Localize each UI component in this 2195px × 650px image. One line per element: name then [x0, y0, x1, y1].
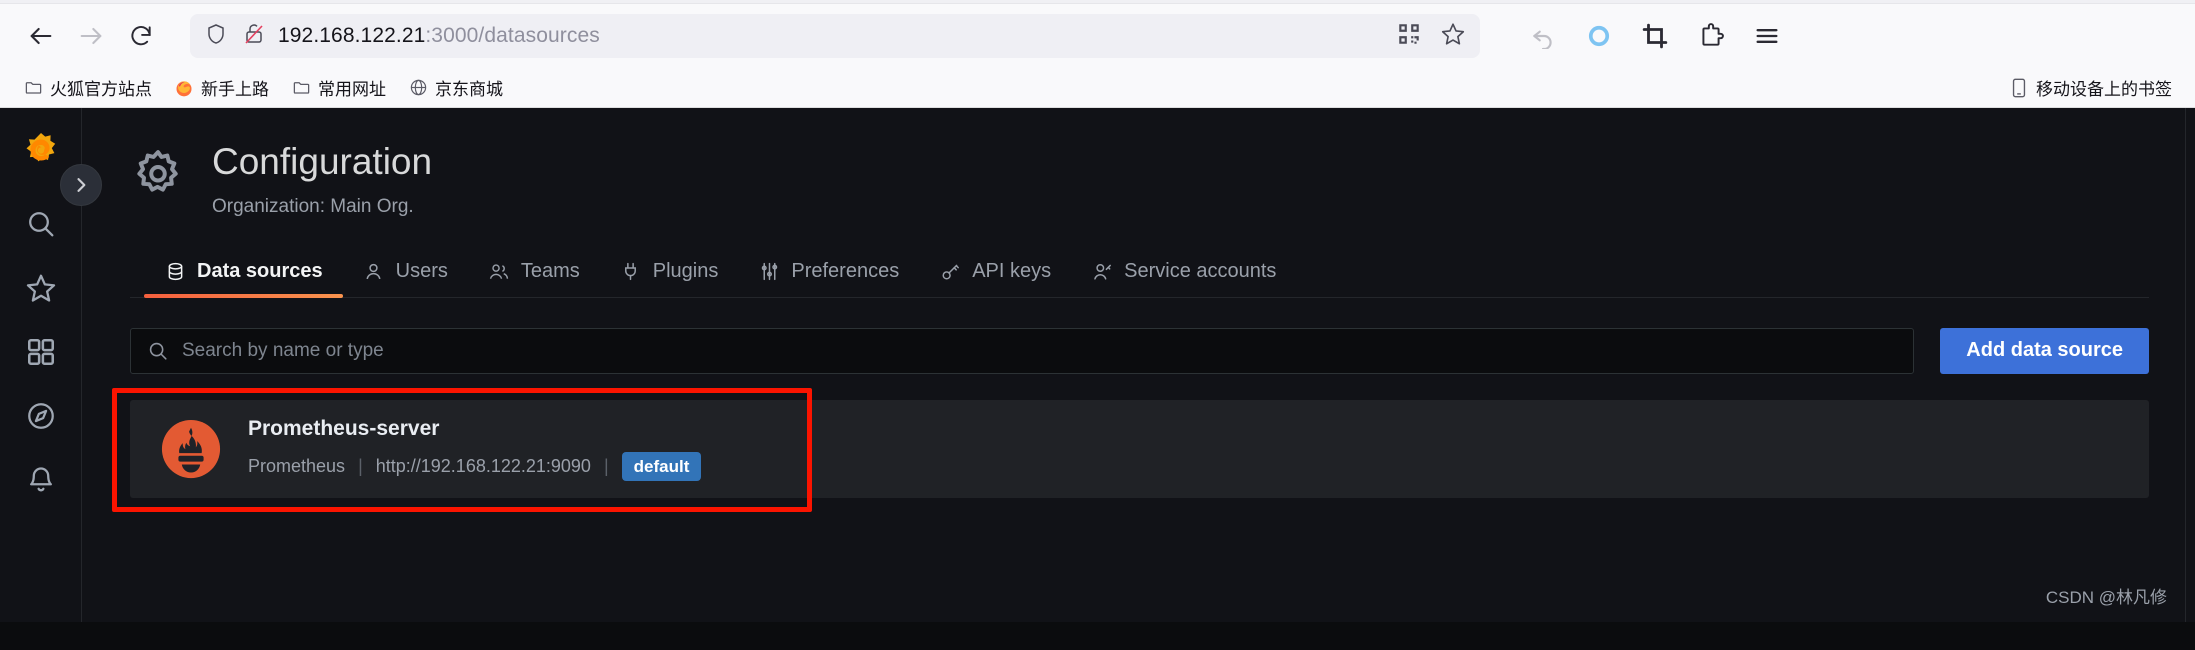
mobile-phone-icon — [2009, 78, 2029, 98]
browser-chrome: 192.168.122.21:3000/datasources 火狐官方站点 新… — [0, 0, 2195, 108]
undo-arrow-icon[interactable] — [1520, 13, 1566, 59]
plug-icon — [620, 260, 642, 282]
tab-plugins[interactable]: Plugins — [600, 250, 739, 297]
bookmark-label: 新手上路 — [201, 80, 269, 99]
apps-grid-icon — [25, 336, 57, 373]
data-source-url: http://192.168.122.21:9090 — [375, 455, 591, 476]
bookmarks-bar: 火狐官方站点 新手上路 常用网址 京东商城 移动设备上的书签 — [0, 68, 2195, 108]
database-icon — [164, 260, 186, 282]
tab-preferences[interactable]: Preferences — [738, 250, 919, 297]
bookmark-item[interactable]: 新手上路 — [165, 71, 278, 104]
tab-data-sources[interactable]: Data sources — [144, 250, 343, 298]
sidebar-item-starred[interactable] — [13, 258, 69, 322]
right-edge-strip — [2185, 108, 2195, 622]
bell-icon — [25, 464, 57, 501]
page-header: Configuration Organization: Main Org. — [130, 141, 2149, 218]
mobile-bookmarks-item[interactable]: 移动设备上的书签 — [2000, 71, 2181, 104]
bookmark-item[interactable]: 火狐官方站点 — [14, 71, 161, 104]
gear-icon — [130, 146, 186, 202]
url-text[interactable]: 192.168.122.21:3000/datasources — [278, 24, 1384, 48]
meta-separator: | — [603, 455, 609, 476]
extension-icon[interactable] — [1688, 13, 1734, 59]
data-source-name: Prometheus-server — [248, 416, 440, 440]
data-source-list: Prometheus-server Prometheus | http://19… — [112, 387, 2149, 512]
tab-label: Service accounts — [1124, 259, 1277, 282]
grafana-logo-icon[interactable] — [17, 130, 65, 178]
globe-icon — [408, 78, 428, 98]
tab-label: Users — [395, 259, 448, 282]
main-content: Configuration Organization: Main Org. Da… — [82, 108, 2195, 622]
qr-code-icon[interactable] — [1396, 21, 1422, 52]
add-data-source-button[interactable]: Add data source — [1940, 327, 2149, 374]
user-icon — [363, 260, 385, 282]
address-bar[interactable]: 192.168.122.21:3000/datasources — [190, 14, 1480, 58]
sidebar-item-dashboards[interactable] — [13, 322, 69, 386]
tab-label: Preferences — [791, 259, 900, 282]
browser-navigation-bar: 192.168.122.21:3000/datasources — [0, 4, 2195, 68]
pocket-circle-icon[interactable] — [1576, 13, 1622, 59]
star-icon — [25, 272, 57, 309]
firefox-icon — [174, 78, 194, 98]
browser-toolbar-right — [1520, 13, 1790, 59]
sliders-icon — [758, 260, 780, 282]
url-path: :3000/datasources — [425, 24, 600, 47]
shield-icon[interactable] — [204, 22, 228, 51]
sidebar-item-explore[interactable] — [13, 386, 69, 450]
reload-button[interactable] — [118, 13, 164, 59]
grafana-app: Configuration Organization: Main Org. Da… — [0, 108, 2195, 622]
menu-hamburger-icon[interactable] — [1744, 13, 1790, 59]
search-input[interactable] — [182, 339, 1898, 362]
tab-teams[interactable]: Teams — [468, 250, 600, 297]
page-header-text: Configuration Organization: Main Org. — [212, 141, 433, 218]
users-icon — [488, 260, 510, 282]
prometheus-logo-icon — [160, 418, 222, 480]
url-host: 192.168.122.21 — [278, 24, 426, 47]
data-source-meta: Prometheus | http://192.168.122.21:9090 … — [248, 451, 702, 481]
tab-users[interactable]: Users — [343, 250, 468, 297]
tab-label: Teams — [520, 259, 580, 282]
bookmark-label: 京东商城 — [435, 80, 503, 99]
search-row: Add data source — [130, 327, 2149, 374]
compass-icon — [25, 400, 57, 437]
meta-separator: | — [358, 455, 363, 476]
bookmark-item[interactable]: 京东商城 — [399, 71, 512, 104]
search-icon — [147, 340, 169, 362]
tab-api-keys[interactable]: API keys — [919, 250, 1071, 297]
crop-icon[interactable] — [1632, 13, 1678, 59]
lock-broken-icon[interactable] — [242, 22, 266, 51]
page-subtitle: Organization: Main Org. — [212, 195, 414, 217]
default-badge: default — [621, 451, 702, 481]
data-source-type: Prometheus — [248, 455, 346, 476]
star-icon[interactable] — [1440, 21, 1466, 52]
watermark: CSDN @林凡修 — [2045, 588, 2167, 607]
folder-icon — [291, 78, 311, 98]
tab-bar: Data sources Users Teams Plugins Prefere… — [130, 250, 2149, 298]
user-key-icon — [1091, 260, 1113, 282]
page-title: Configuration — [212, 141, 433, 182]
expand-menu-button[interactable] — [60, 164, 102, 206]
tab-service-accounts[interactable]: Service accounts — [1071, 250, 1296, 297]
sidebar-item-search[interactable] — [13, 194, 69, 258]
mobile-bookmarks-label: 移动设备上的书签 — [2036, 80, 2172, 99]
data-source-card[interactable]: Prometheus-server Prometheus | http://19… — [130, 399, 2149, 498]
sidebar — [0, 108, 102, 622]
tab-label: Data sources — [197, 259, 323, 282]
forward-button[interactable] — [68, 13, 114, 59]
tab-label: Plugins — [652, 259, 719, 282]
bookmark-label: 常用网址 — [318, 80, 386, 99]
bookmark-label: 火狐官方站点 — [50, 80, 152, 99]
search-box[interactable] — [130, 327, 1915, 374]
data-source-info: Prometheus-server Prometheus | http://19… — [248, 416, 702, 481]
sidebar-item-alerting[interactable] — [13, 450, 69, 514]
key-icon — [939, 260, 961, 282]
tab-label: API keys — [972, 259, 1052, 282]
search-icon — [25, 208, 57, 245]
bookmark-item[interactable]: 常用网址 — [282, 71, 395, 104]
folder-icon — [23, 78, 43, 98]
back-button[interactable] — [18, 13, 64, 59]
